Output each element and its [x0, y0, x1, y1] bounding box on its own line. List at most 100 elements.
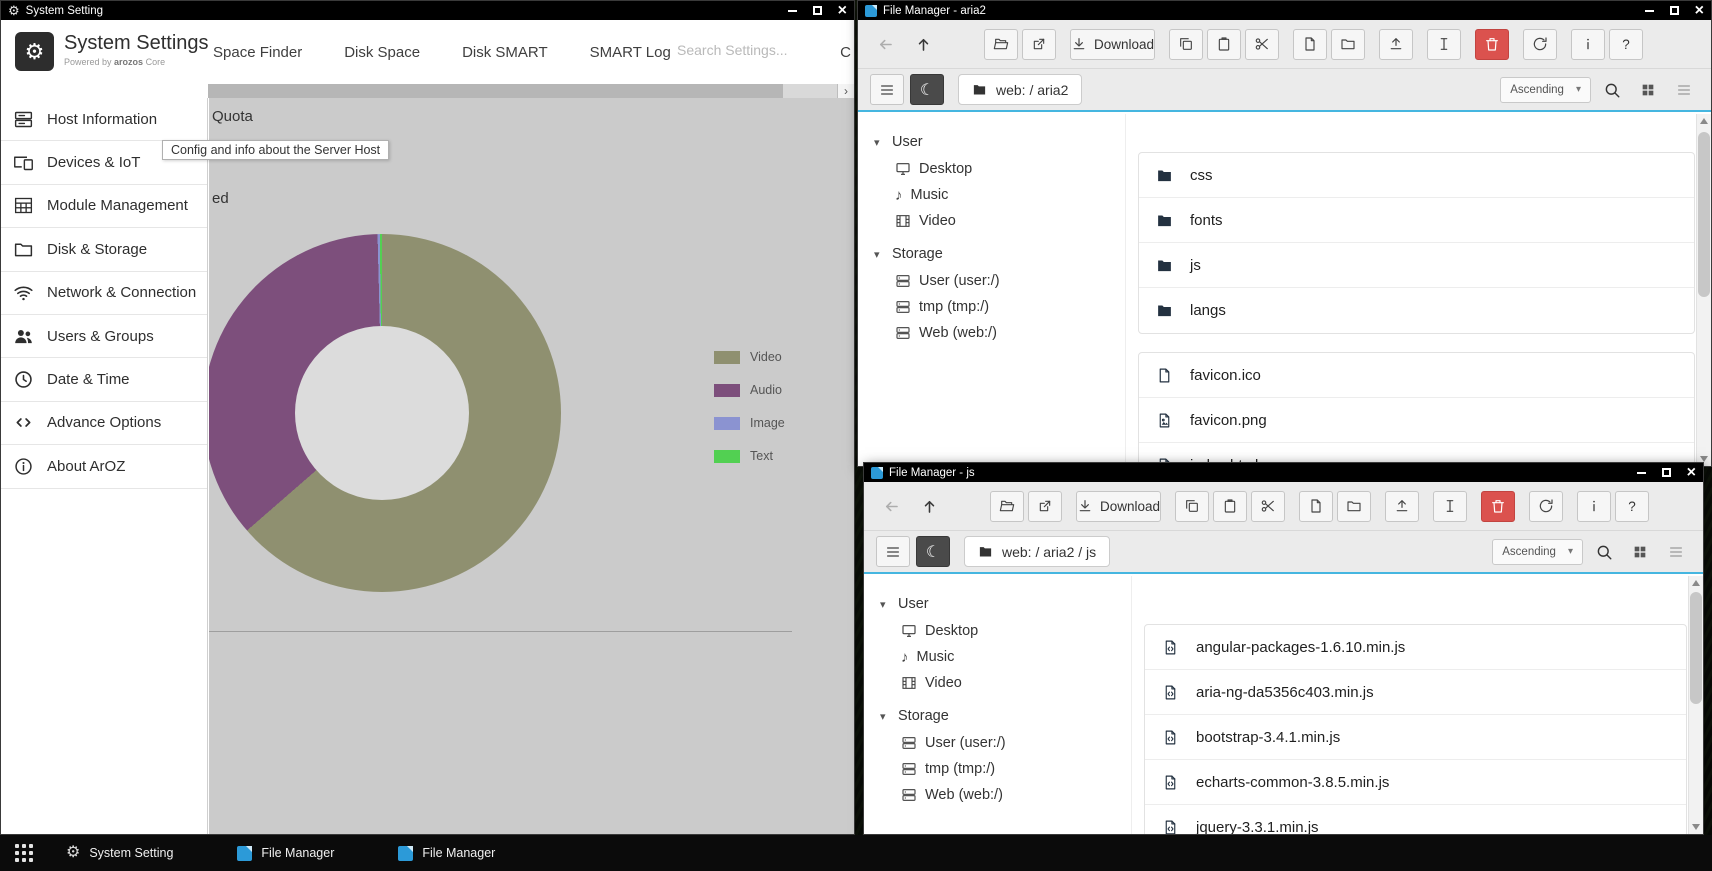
up-button[interactable]: [912, 491, 946, 522]
back-button[interactable]: [868, 29, 902, 60]
file-manager-titlebar[interactable]: File Manager - js ×: [864, 463, 1703, 482]
rename-button[interactable]: [1427, 29, 1461, 60]
open-folder-button[interactable]: [984, 29, 1018, 60]
file-row-aria-ng[interactable]: aria-ng-da5356c403.min.js: [1145, 670, 1686, 715]
new-folder-button[interactable]: [1337, 491, 1371, 522]
search-button[interactable]: [1597, 75, 1627, 105]
tree-item-desktop[interactable]: Desktop: [895, 156, 1125, 182]
maximize-icon[interactable]: [1670, 6, 1679, 15]
scroll-up-button[interactable]: [1697, 114, 1711, 128]
cut-button[interactable]: [1245, 29, 1279, 60]
scroll-down-button[interactable]: [1689, 820, 1703, 834]
help-button[interactable]: ?: [1609, 29, 1643, 60]
download-button[interactable]: Download: [1070, 29, 1155, 60]
theme-toggle-button[interactable]: ☾: [910, 74, 944, 105]
tree-item-video[interactable]: Video: [901, 670, 1131, 696]
file-row-jquery[interactable]: jquery-3.3.1.min.js: [1145, 805, 1686, 834]
tab-disk-space[interactable]: Disk Space: [344, 44, 420, 61]
sidebar-item-network-connection[interactable]: Network & Connection: [1, 272, 207, 315]
back-button[interactable]: [874, 491, 908, 522]
open-folder-button[interactable]: [990, 491, 1024, 522]
maximize-icon[interactable]: [1662, 468, 1671, 477]
vertical-scrollbar[interactable]: [1696, 114, 1711, 466]
new-file-button[interactable]: [1299, 491, 1333, 522]
file-row-bootstrap[interactable]: bootstrap-3.4.1.min.js: [1145, 715, 1686, 760]
sidebar-item-module-management[interactable]: Module Management: [1, 185, 207, 228]
tab-disk-smart[interactable]: Disk SMART: [462, 44, 548, 61]
scroll-right-button[interactable]: ›: [837, 84, 854, 98]
taskbar-item-file-manager-2[interactable]: File Manager: [380, 835, 513, 871]
open-external-button[interactable]: [1028, 491, 1062, 522]
tree-section-user[interactable]: ▾ User: [880, 590, 1131, 618]
cut-button[interactable]: [1251, 491, 1285, 522]
new-folder-button[interactable]: [1331, 29, 1365, 60]
tree-item-music[interactable]: ♪ Music: [901, 644, 1131, 670]
close-icon[interactable]: ×: [838, 3, 847, 19]
tree-section-storage[interactable]: ▾ Storage: [880, 702, 1131, 730]
tree-section-storage[interactable]: ▾ Storage: [874, 240, 1125, 268]
download-button[interactable]: Download: [1076, 491, 1161, 522]
scrollbar-thumb[interactable]: [1690, 592, 1702, 704]
copy-button[interactable]: [1175, 491, 1209, 522]
grid-view-button[interactable]: [1633, 75, 1663, 105]
maximize-icon[interactable]: [813, 6, 822, 15]
scrollbar-thumb[interactable]: [1698, 132, 1710, 297]
list-view-button[interactable]: [1661, 537, 1691, 567]
close-icon[interactable]: ×: [1695, 3, 1704, 19]
upload-button[interactable]: [1385, 491, 1419, 522]
tree-item-web-drive[interactable]: Web (web:/): [895, 320, 1125, 346]
breadcrumb[interactable]: web: / aria2 / js: [964, 536, 1110, 567]
sort-order-select[interactable]: Ascending ▾: [1492, 539, 1583, 565]
file-manager-titlebar[interactable]: File Manager - aria2 ×: [858, 1, 1711, 20]
scrollbar-thumb[interactable]: [208, 84, 783, 98]
tab-space-finder[interactable]: Space Finder: [213, 44, 302, 61]
sidebar-item-host-information[interactable]: Host Information: [1, 98, 207, 141]
tree-item-music[interactable]: ♪ Music: [895, 182, 1125, 208]
sidebar-item-date-time[interactable]: Date & Time: [1, 358, 207, 401]
delete-button[interactable]: [1475, 29, 1509, 60]
grid-view-button[interactable]: [1625, 537, 1655, 567]
app-launcher-button[interactable]: [0, 835, 48, 871]
minimize-icon[interactable]: [1637, 472, 1646, 474]
delete-button[interactable]: [1481, 491, 1515, 522]
sidebar-item-about-aroz[interactable]: About ArOZ: [1, 445, 207, 488]
file-row-js[interactable]: js: [1139, 243, 1694, 288]
settings-search-input[interactable]: [677, 42, 807, 58]
open-external-button[interactable]: [1022, 29, 1056, 60]
tab-smart-log[interactable]: SMART Log: [590, 44, 671, 61]
tree-item-desktop[interactable]: Desktop: [901, 618, 1131, 644]
list-view-button[interactable]: [1669, 75, 1699, 105]
scroll-up-button[interactable]: [1689, 576, 1703, 590]
new-file-button[interactable]: [1293, 29, 1327, 60]
sort-order-select[interactable]: Ascending ▾: [1500, 77, 1591, 103]
system-settings-titlebar[interactable]: ⚙ System Setting ×: [1, 1, 854, 20]
vertical-scrollbar[interactable]: [1688, 576, 1703, 834]
paste-button[interactable]: [1207, 29, 1241, 60]
help-button[interactable]: ?: [1615, 491, 1649, 522]
refresh-button[interactable]: [1523, 29, 1557, 60]
properties-button[interactable]: [1577, 491, 1611, 522]
menu-button[interactable]: [876, 536, 910, 567]
minimize-icon[interactable]: [788, 10, 797, 12]
tree-item-user-drive[interactable]: User (user:/): [901, 730, 1131, 756]
file-row-css[interactable]: css: [1139, 153, 1694, 198]
file-row-favicon-png[interactable]: favicon.png: [1139, 398, 1694, 443]
menu-button[interactable]: [870, 74, 904, 105]
tab-horizontal-scrollbar[interactable]: ›: [208, 84, 854, 98]
tree-item-tmp-drive[interactable]: tmp (tmp:/): [901, 756, 1131, 782]
breadcrumb[interactable]: web: / aria2: [958, 74, 1082, 105]
search-button[interactable]: [1589, 537, 1619, 567]
sidebar-item-disk-storage[interactable]: Disk & Storage: [1, 228, 207, 271]
taskbar-item-system-setting[interactable]: ⚙ System Setting: [48, 835, 191, 871]
tree-section-user[interactable]: ▾ User: [874, 128, 1125, 156]
taskbar-item-file-manager-1[interactable]: File Manager: [219, 835, 352, 871]
file-row-angular[interactable]: angular-packages-1.6.10.min.js: [1145, 625, 1686, 670]
tree-item-user-drive[interactable]: User (user:/): [895, 268, 1125, 294]
paste-button[interactable]: [1213, 491, 1247, 522]
copy-button[interactable]: [1169, 29, 1203, 60]
rename-button[interactable]: [1433, 491, 1467, 522]
close-icon[interactable]: ×: [1687, 465, 1696, 481]
tree-item-tmp-drive[interactable]: tmp (tmp:/): [895, 294, 1125, 320]
tree-item-video[interactable]: Video: [895, 208, 1125, 234]
file-row-echarts[interactable]: echarts-common-3.8.5.min.js: [1145, 760, 1686, 805]
